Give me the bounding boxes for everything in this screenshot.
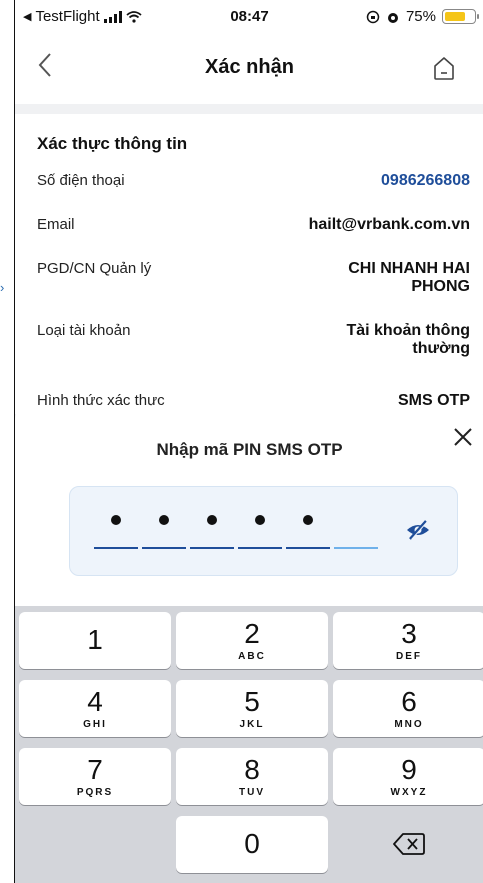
pin-underline — [94, 547, 138, 549]
key-digit: 4 — [87, 686, 103, 717]
key-letters: ABC — [238, 651, 266, 662]
pin-dot — [159, 515, 169, 525]
pin-digit — [286, 507, 330, 549]
lock-rotation-icon — [366, 10, 380, 23]
pin-digit — [190, 507, 234, 549]
key-digit: 3 — [401, 618, 417, 649]
row-label: Email — [37, 216, 75, 233]
account-type-line1: Tài khoản thông — [346, 322, 470, 339]
side-marker-icon: › — [0, 280, 5, 295]
branch-value-line1: CHI NHANH HAI — [348, 260, 470, 277]
key-digit: 9 — [401, 754, 417, 785]
key-digit: 0 — [244, 828, 260, 859]
nav-header: Xác nhận — [15, 34, 483, 104]
key-letters: JKL — [239, 719, 265, 730]
key-letters: PQRS — [76, 787, 114, 798]
key-digit: 7 — [87, 754, 103, 785]
header-divider — [15, 104, 483, 114]
key-letters: WXYZ — [390, 787, 428, 798]
close-icon[interactable] — [452, 426, 474, 452]
sheet-title: Nhập mã PIN SMS OTP — [156, 440, 343, 459]
numeric-keypad: 1 2 ABC 3 DEF 4 GHI 5 JKL 6 MNO 7 PQRS 8 TUV 9 W… — [15, 606, 483, 883]
backspace-icon — [393, 833, 425, 855]
key-8[interactable]: 8 TUV — [176, 748, 328, 805]
home-icon[interactable] — [430, 54, 458, 82]
email-value: hailt@vrbank.com.vn — [308, 216, 470, 233]
row-label: Loại tài khoản — [37, 322, 131, 339]
pin-underline — [238, 547, 282, 549]
account-type-value: Tài khoản thông thường — [346, 322, 470, 358]
key-9[interactable]: 9 WXYZ — [333, 748, 483, 805]
pin-entry-sheet: Nhập mã PIN SMS OTP — [15, 406, 483, 606]
pin-input[interactable] — [69, 486, 458, 576]
pin-dot — [207, 515, 217, 525]
row-label: Số điện thoại — [37, 172, 125, 189]
pin-digit — [238, 507, 282, 549]
key-5[interactable]: 5 JKL — [176, 680, 328, 737]
page-title: Xác nhận — [205, 56, 294, 78]
pin-digit-empty — [334, 507, 378, 549]
key-0[interactable]: 0 — [176, 816, 328, 873]
key-4[interactable]: 4 GHI — [19, 680, 171, 737]
key-letters: MNO — [394, 719, 424, 730]
key-3[interactable]: 3 DEF — [333, 612, 483, 669]
pin-digit — [94, 507, 138, 549]
pin-underline-active — [334, 547, 378, 549]
pin-dot — [111, 515, 121, 525]
pin-dot — [303, 515, 313, 525]
key-1[interactable]: 1 — [19, 612, 171, 669]
section-heading: Xác thực thông tin — [37, 134, 188, 153]
pin-underline — [142, 547, 186, 549]
key-digit: 1 — [87, 624, 103, 655]
battery-percent: 75% — [405, 8, 436, 25]
pin-underline — [190, 547, 234, 549]
battery-fill — [445, 12, 465, 21]
key-2[interactable]: 2 ABC — [176, 612, 328, 669]
eye-off-icon[interactable] — [405, 517, 431, 543]
pin-dot — [255, 515, 265, 525]
status-bar: ◀ TestFlight 08:47 75% — [15, 0, 483, 34]
pin-digit — [142, 507, 186, 549]
phone-screen: ◀ TestFlight 08:47 75% Xác nhận Xác thực… — [14, 0, 483, 883]
key-digit: 6 — [401, 686, 417, 717]
key-digit: 2 — [244, 618, 260, 649]
branch-value: CHI NHANH HAI PHONG — [348, 260, 470, 296]
key-digit: 5 — [244, 686, 260, 717]
phone-value: 0986266808 — [381, 172, 470, 189]
alarm-icon — [387, 12, 398, 23]
branch-value-line2: PHONG — [411, 278, 470, 295]
key-7[interactable]: 7 PQRS — [19, 748, 171, 805]
battery-icon — [442, 9, 479, 24]
key-letters: TUV — [239, 787, 265, 798]
status-right: 75% — [366, 8, 479, 25]
account-type-line2: thường — [412, 340, 470, 357]
delete-key[interactable] — [333, 816, 483, 873]
row-label: PGD/CN Quản lý — [37, 260, 152, 277]
verification-info-card: Xác thực thông tin Số điện thoại 0986266… — [15, 114, 483, 414]
key-letters: DEF — [396, 651, 422, 662]
key-6[interactable]: 6 MNO — [333, 680, 483, 737]
pin-underline — [286, 547, 330, 549]
key-letters: GHI — [83, 719, 107, 730]
key-digit: 8 — [244, 754, 260, 785]
